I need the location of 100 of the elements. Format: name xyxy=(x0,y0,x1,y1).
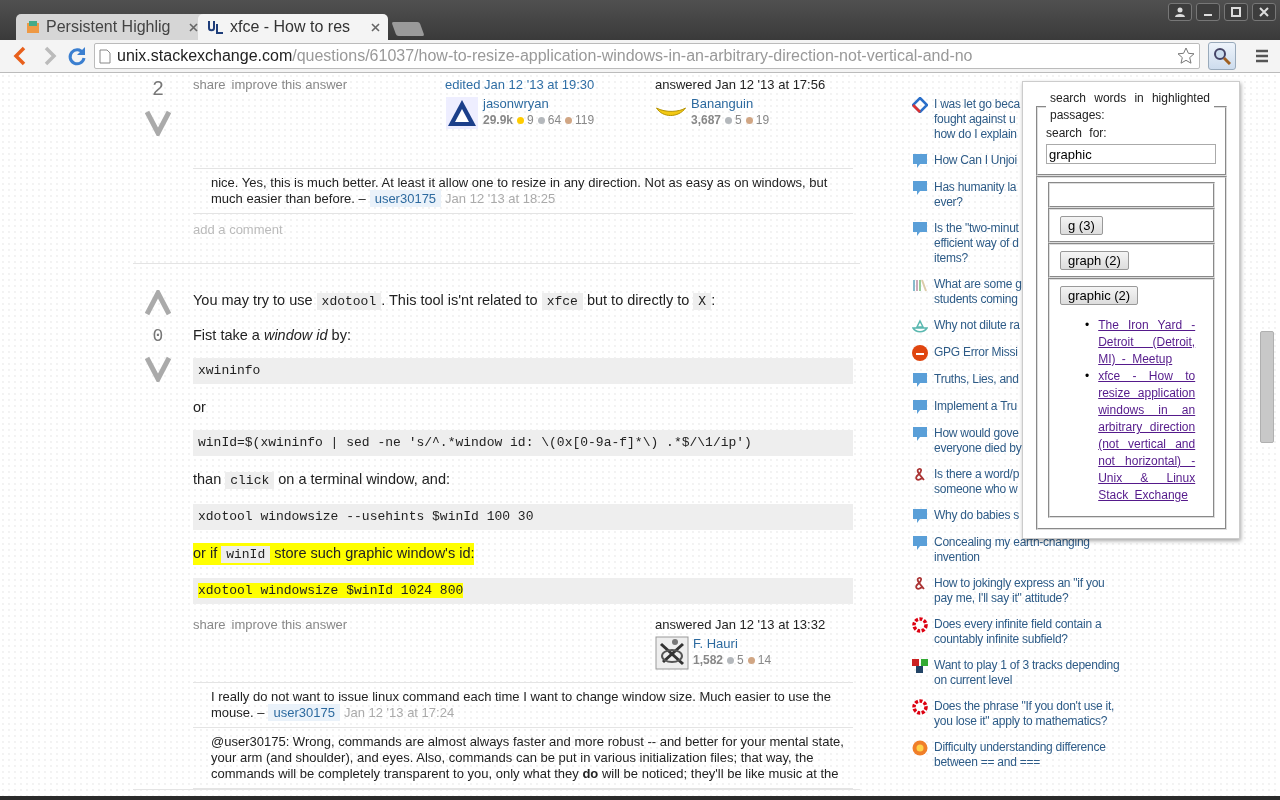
reload-icon[interactable] xyxy=(66,45,88,67)
answer-paragraph: or if winId store such graphic window's id: xyxy=(193,543,475,565)
close-icon[interactable] xyxy=(189,22,198,32)
user-icon xyxy=(1175,7,1185,17)
close-icon xyxy=(1259,7,1269,17)
comment-text: mouse. – xyxy=(211,705,265,720)
post-menu-link[interactable]: improve this answer xyxy=(231,77,348,92)
sidebar-question-link[interactable]: Truths, Lies, and xyxy=(934,372,1019,387)
books-icon xyxy=(912,277,928,293)
sun-icon xyxy=(912,740,928,756)
maximize-icon xyxy=(1231,7,1241,17)
user-link[interactable]: jasonwryan xyxy=(483,96,595,111)
site-icon xyxy=(912,345,928,361)
comment-time: Jan 12 '13 at 18:25 xyxy=(445,191,556,206)
triangle-avatar-icon xyxy=(445,96,479,130)
reputation: 3,687 xyxy=(691,113,722,127)
tab-favicon xyxy=(208,20,224,34)
user-button[interactable] xyxy=(1168,3,1192,21)
sidebar-question-link[interactable]: Want to play 1 of 3 tracks depending on current level xyxy=(934,658,1120,688)
speech-bubble-icon xyxy=(912,426,928,442)
badge-count: 5 xyxy=(735,113,742,127)
answer-paragraph: You may try to use xdotool . This tool is'nt related to xfce but to directly to X : xyxy=(193,291,716,312)
user-link[interactable]: F. Hauri xyxy=(693,636,772,651)
badge-count: 19 xyxy=(755,113,770,127)
result-page-link[interactable]: xfce - How to resize application windows in an arbitrary direction (not vertical and not horizontal) - Unix & Linux Stack Exchange xyxy=(1098,368,1196,504)
post-menu-link[interactable]: improve this answer xyxy=(231,617,348,632)
user-link[interactable]: Bananguin xyxy=(691,96,770,111)
speech-bubble-icon xyxy=(912,180,928,196)
close-icon[interactable] xyxy=(371,22,380,32)
speech-bubble-icon xyxy=(912,153,928,169)
new-tab-button[interactable] xyxy=(391,22,425,36)
speech-bubble-icon xyxy=(912,535,928,551)
bowl-icon xyxy=(912,318,928,334)
ampersand-icon xyxy=(912,467,928,483)
banana-icon xyxy=(655,106,687,118)
signature-action: answered Jan 12 '13 at 17:56 xyxy=(655,77,827,92)
comment-text: @user30175: Wrong, commands are almost always faster and more robust -- and better for your mental state, xyxy=(211,734,845,750)
code-block: winId=$(xwininfo | sed -ne 's/^.*window id: \(0x[0-9a-f]*\) .*$/\1/ip') xyxy=(193,430,853,456)
vote-count: 2 xyxy=(152,77,164,100)
badge-count: 64 xyxy=(547,113,562,127)
flower-icon xyxy=(912,699,928,715)
speech-bubble-icon xyxy=(912,508,928,524)
badge-count: 9 xyxy=(527,113,534,127)
post-menu-link[interactable]: share xyxy=(193,617,226,632)
bullet: • xyxy=(1085,368,1090,385)
browser-tab[interactable]: xfce - How to res xyxy=(198,14,388,40)
sidebar-question-link[interactable]: Concealing my earth-changing invention xyxy=(934,535,1090,565)
minimize-icon xyxy=(1204,14,1212,16)
sidebar-question-link[interactable]: GPG Error Missi xyxy=(934,345,1018,360)
star-icon[interactable] xyxy=(1177,47,1195,65)
diamond-icon xyxy=(912,97,928,113)
code-block: xdotool windowsize --usehints $winId 100 30 xyxy=(193,504,853,530)
cubes-icon xyxy=(912,658,928,674)
bullet: • xyxy=(1085,317,1090,334)
reputation: 29.9k xyxy=(483,113,514,127)
sidebar-question-link[interactable]: Implement a Tru xyxy=(934,399,1017,414)
post-menu-link[interactable]: share xyxy=(193,77,226,92)
sidebar-question-link[interactable]: Is the "two-minut efficient way of d items? xyxy=(934,221,1019,266)
signature-action: answered Jan 12 '13 at 13:32 xyxy=(655,617,827,632)
sidebar-question-link[interactable]: Why do babies s xyxy=(934,508,1019,523)
comment-text: I really do not want to issue linux command each time I want to change window size. Much easier to use the xyxy=(211,689,832,705)
answer-paragraph: Fist take a window id by: xyxy=(193,326,351,345)
answer-paragraph: or xyxy=(193,398,206,417)
comment-user-link[interactable]: user30175 xyxy=(268,704,340,721)
up-vote-icon[interactable] xyxy=(145,290,171,316)
comment-text: your arm (and shoulder), and eyes. Also, commands can be put in various initialization files; that way, the xyxy=(211,750,815,766)
sidebar-question-link[interactable]: Does the phrase "If you don't use it, you lose it" apply to mathematics? xyxy=(934,699,1115,729)
address-bar[interactable]: unix.stackexchange.com/questions/61037/how-to-resize-application-windows-in-an-arbitrary-direction-not-vertical-and-no xyxy=(94,43,1200,69)
code-block: xwininfo xyxy=(193,358,853,384)
sidebar-question-link[interactable]: Why not dilute ra xyxy=(934,318,1020,333)
down-vote-icon[interactable] xyxy=(145,110,171,136)
sidebar-question-link[interactable]: Difficulty understanding difference between == and === xyxy=(934,740,1106,770)
badge-count: 119 xyxy=(575,113,595,127)
result-word-button[interactable]: graph (2) xyxy=(1060,251,1129,270)
sidebar-question-link[interactable]: Does every infinite field contain a countably infinite subfield? xyxy=(934,617,1102,647)
comment-text: commands will be completely transparent to you, only what they do will be noticed; they'll be like music at the xyxy=(211,766,840,782)
down-vote-icon[interactable] xyxy=(145,356,171,382)
comment-user-link[interactable]: user30175 xyxy=(369,190,442,207)
sidebar-question-link[interactable]: How to jokingly express an "if you pay me, I'll say it" attitude? xyxy=(934,576,1105,606)
tab-favicon xyxy=(26,20,40,34)
sidebar-question-link[interactable]: How would gove everyone died by xyxy=(934,426,1022,456)
minimize-button[interactable] xyxy=(1196,3,1220,21)
close-button[interactable] xyxy=(1252,3,1276,21)
search-extension-button[interactable] xyxy=(1208,42,1236,70)
sidebar-question-link[interactable]: I was let go beca fought against u how do I explain xyxy=(934,97,1020,142)
result-word-button[interactable]: graphic (2) xyxy=(1060,286,1139,305)
sidebar-question-link[interactable]: Has humanity la ever? xyxy=(934,180,1017,210)
result-word-button[interactable]: g (3) xyxy=(1060,216,1103,235)
scrollbar-thumb[interactable] xyxy=(1260,331,1274,443)
signature-action[interactable]: edited Jan 12 '13 at 19:30 xyxy=(445,77,637,92)
sidebar-question-link[interactable]: How Can I Unjoi xyxy=(934,153,1017,168)
tab-title: xfce - How to res xyxy=(230,18,352,36)
badge-count: 14 xyxy=(757,653,772,667)
speech-bubble-icon xyxy=(912,221,928,237)
maximize-button[interactable] xyxy=(1224,3,1248,21)
comment-time: Jan 12 '13 at 17:24 xyxy=(343,705,455,720)
sidebar-question-link[interactable]: What are some g students coming xyxy=(934,277,1022,307)
search-input[interactable]: graphic xyxy=(1046,144,1216,164)
sidebar-question-link[interactable]: Is there a word/p someone who w xyxy=(934,467,1020,497)
speech-bubble-icon xyxy=(912,372,928,388)
